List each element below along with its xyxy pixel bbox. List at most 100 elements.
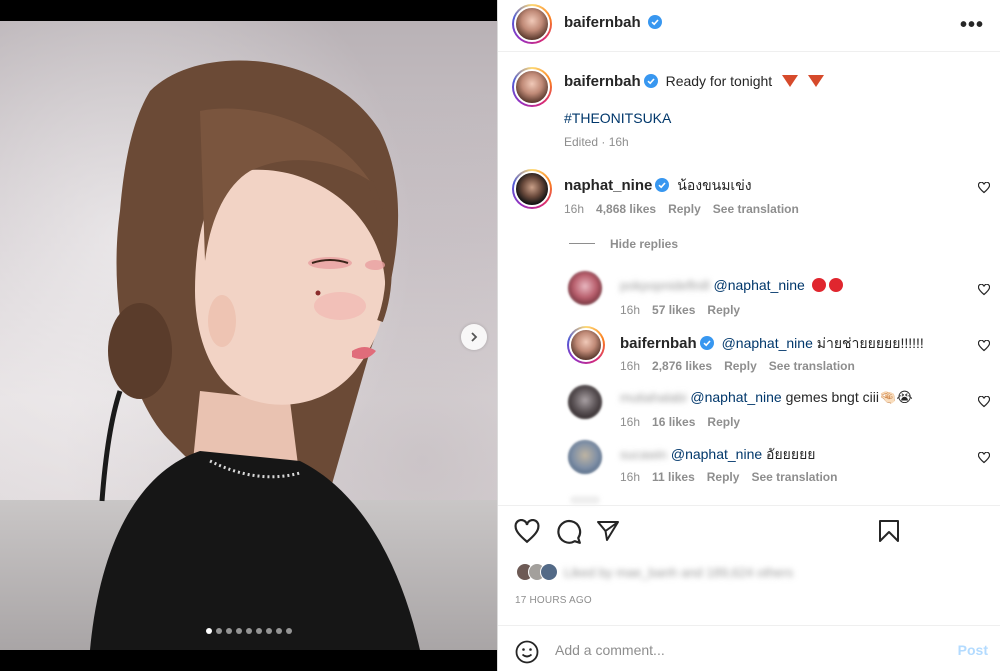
reply-line: baifernbah @naphat_nine ม่ายช่ายยยยย!!!!… bbox=[620, 333, 924, 355]
liked-by-row[interactable]: Liked by mae_banh and 189,624 others bbox=[516, 563, 793, 581]
reply-mention[interactable]: @naphat_nine bbox=[671, 446, 762, 462]
comment-text: น้องขนมเข่ง bbox=[677, 177, 752, 193]
hide-replies-button[interactable]: Hide replies bbox=[610, 237, 678, 251]
reply-reply-button[interactable]: Reply bbox=[707, 415, 740, 429]
reply-reply-button[interactable]: Reply bbox=[707, 303, 740, 317]
actions-divider bbox=[498, 505, 1000, 506]
comment-divider bbox=[498, 625, 1000, 626]
carousel-dot bbox=[225, 628, 232, 634]
comment-like-icon[interactable] bbox=[978, 182, 990, 194]
reply-text: อัยยยยย bbox=[766, 446, 816, 462]
red-triangle-emoji-icon bbox=[782, 75, 799, 87]
reply-translate-button[interactable]: See translation bbox=[751, 470, 837, 484]
caption-line: baifernbah Ready for tonight bbox=[564, 73, 824, 90]
reply-line: sucawin @naphat_nine อัยยยยย bbox=[620, 444, 815, 466]
reply-username[interactable]: sucawin bbox=[620, 447, 667, 462]
caption-edited: Edited · 16h bbox=[564, 135, 629, 149]
post-timestamp[interactable]: 17 HOURS AGO bbox=[515, 595, 592, 606]
reply-mention[interactable]: @naphat_nine bbox=[714, 277, 805, 293]
reply-likes[interactable]: 57 likes bbox=[652, 303, 695, 317]
caption-hashtag[interactable]: #THEONITSUKA bbox=[564, 110, 671, 126]
reply-likes[interactable]: 11 likes bbox=[652, 470, 695, 484]
reply-like-icon[interactable] bbox=[978, 284, 990, 296]
carousel-dot bbox=[245, 628, 252, 634]
carousel-dot bbox=[275, 628, 282, 634]
reply-likes[interactable]: 2,876 likes bbox=[652, 359, 712, 373]
more-options-icon[interactable]: ••• bbox=[960, 14, 984, 37]
reply-like-icon[interactable] bbox=[978, 452, 990, 464]
reply-text: gemes bngt ciii🤏🏻😭 bbox=[785, 389, 913, 405]
carousel-indicator bbox=[0, 628, 497, 634]
carousel-dot bbox=[265, 628, 272, 634]
comment-meta: 16h 4,868 likes Reply See translation bbox=[564, 202, 811, 216]
red-circle-emoji-icon bbox=[811, 278, 826, 292]
red-triangle-emoji-icon bbox=[807, 75, 824, 87]
reply-avatar[interactable] bbox=[568, 440, 602, 474]
share-send-icon[interactable] bbox=[596, 519, 620, 543]
comment-time[interactable]: 16h bbox=[564, 202, 584, 216]
reply-meta: 16h 11 likes Reply See translation bbox=[620, 470, 849, 484]
verified-badge-icon bbox=[648, 15, 663, 29]
reply-like-icon[interactable] bbox=[978, 340, 990, 352]
next-reply-peek bbox=[570, 496, 600, 504]
reply-mention[interactable]: @naphat_nine bbox=[722, 335, 813, 351]
comment-likes[interactable]: 4,868 likes bbox=[596, 202, 656, 216]
reply-meta: 16h 57 likes Reply bbox=[620, 303, 752, 317]
reply-meta: 16h 2,876 likes Reply See translation bbox=[620, 359, 867, 373]
comment-bubble-icon[interactable] bbox=[556, 519, 582, 545]
author-avatar[interactable] bbox=[512, 4, 552, 44]
carousel-dot bbox=[205, 628, 212, 634]
reply-like-icon[interactable] bbox=[978, 396, 990, 408]
comment-line: naphat_nine น้องขนมเข่ง bbox=[564, 175, 752, 197]
carousel-dot bbox=[255, 628, 262, 634]
reply-mention[interactable]: @naphat_nine bbox=[690, 389, 781, 405]
hide-replies-line bbox=[569, 243, 595, 244]
red-circle-emoji-icon bbox=[828, 278, 843, 292]
like-heart-icon[interactable] bbox=[514, 519, 540, 545]
verified-badge-icon bbox=[655, 178, 670, 192]
reply-translate-button[interactable]: See translation bbox=[769, 359, 855, 373]
verified-badge-icon bbox=[699, 336, 714, 350]
author-username[interactable]: baifernbah bbox=[564, 14, 641, 31]
portrait-photo bbox=[90, 60, 420, 650]
verified-badge-icon bbox=[643, 74, 658, 88]
comment-translate-button[interactable]: See translation bbox=[713, 202, 799, 216]
liked-by-text[interactable]: Liked by mae_banh and 189,624 others bbox=[564, 565, 793, 580]
caption-avatar[interactable] bbox=[512, 67, 552, 107]
post-sidebar: baifernbah ••• baifernbah Ready for toni… bbox=[497, 0, 1000, 671]
reply-line: pokpopnideflnill @naphat_nine bbox=[620, 277, 843, 293]
post-comment-button[interactable]: Post bbox=[958, 642, 988, 658]
reply-username[interactable]: pokpopnideflnill bbox=[620, 278, 710, 293]
comment-reply-button[interactable]: Reply bbox=[668, 202, 701, 216]
reply-username[interactable]: mutiahalabi bbox=[620, 390, 687, 405]
reply-time[interactable]: 16h bbox=[620, 303, 640, 317]
reply-avatar[interactable] bbox=[568, 385, 602, 419]
emoji-smiley-icon[interactable] bbox=[515, 640, 539, 664]
reply-username[interactable]: baifernbah bbox=[620, 335, 697, 352]
reply-likes[interactable]: 16 likes bbox=[652, 415, 695, 429]
reply-avatar[interactable] bbox=[567, 326, 605, 364]
carousel-dot bbox=[215, 628, 222, 634]
caption-text: Ready for tonight bbox=[665, 73, 773, 89]
reply-reply-button[interactable]: Reply bbox=[707, 470, 740, 484]
next-slide-button[interactable] bbox=[461, 324, 487, 350]
add-comment-input[interactable]: Add a comment... bbox=[555, 642, 665, 658]
reply-reply-button[interactable]: Reply bbox=[724, 359, 757, 373]
post-header: baifernbah ••• bbox=[498, 0, 1000, 52]
reply-text: ม่ายช่ายยยยย!!!!!! bbox=[816, 335, 924, 351]
save-bookmark-icon[interactable] bbox=[878, 519, 900, 543]
carousel-dot bbox=[235, 628, 242, 634]
carousel-dot bbox=[285, 628, 292, 634]
caption-username[interactable]: baifernbah bbox=[564, 73, 641, 90]
reply-meta: 16h 16 likes Reply bbox=[620, 415, 752, 429]
liker-avatar bbox=[540, 563, 558, 581]
reply-time[interactable]: 16h bbox=[620, 470, 640, 484]
reply-time[interactable]: 16h bbox=[620, 359, 640, 373]
comment-username[interactable]: naphat_nine bbox=[564, 177, 652, 194]
reply-time[interactable]: 16h bbox=[620, 415, 640, 429]
chevron-right-icon bbox=[471, 332, 478, 342]
comment-avatar[interactable] bbox=[512, 169, 552, 209]
post-image[interactable] bbox=[0, 21, 497, 650]
reply-line: mutiahalabi @naphat_nine gemes bngt ciii… bbox=[620, 389, 913, 406]
reply-avatar[interactable] bbox=[568, 271, 602, 305]
